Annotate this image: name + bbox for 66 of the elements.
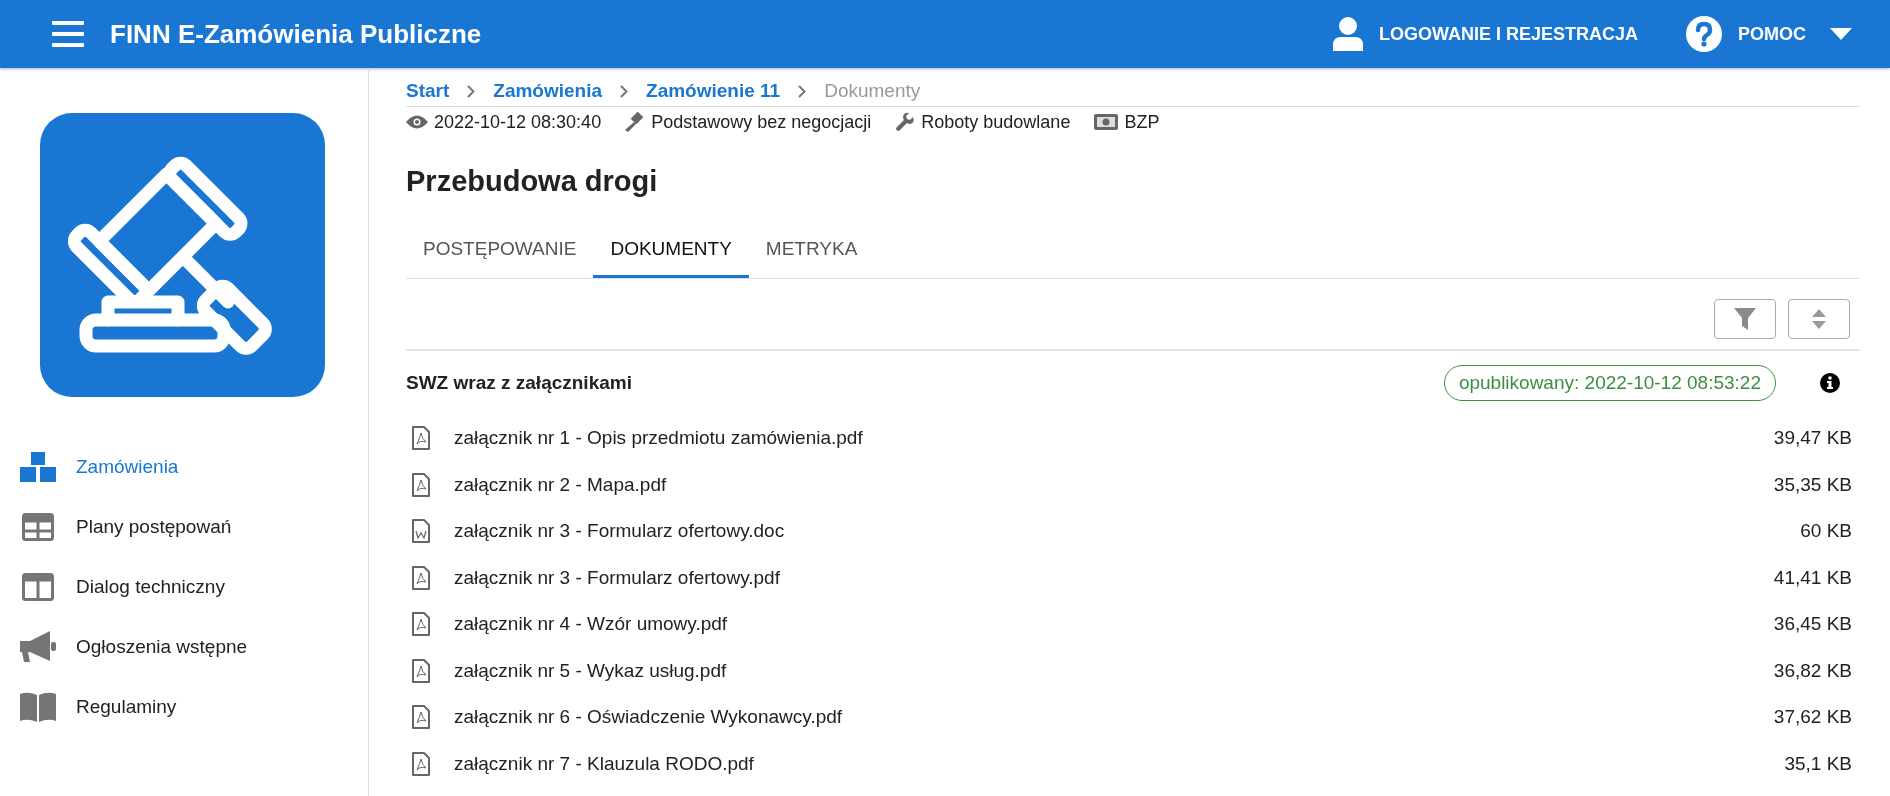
boxes-icon bbox=[20, 452, 56, 482]
pdf-file-icon bbox=[412, 658, 430, 683]
menu-icon[interactable] bbox=[52, 21, 84, 47]
caret-icon bbox=[1830, 28, 1852, 40]
page-title: Przebudowa drogi bbox=[406, 165, 659, 198]
sidebar-item[interactable]: Zamówienia bbox=[20, 437, 187, 497]
pdf-file-icon bbox=[412, 426, 430, 451]
file-link[interactable]: załącznik nr 3 - Formularz ofertowy.pdf bbox=[454, 566, 1774, 589]
gavel-icon bbox=[625, 112, 646, 132]
sidebar-item[interactable]: Regulaminy bbox=[20, 677, 185, 737]
filter-icon bbox=[1734, 308, 1756, 330]
pdf-file-icon bbox=[412, 472, 430, 497]
word-file-icon bbox=[412, 519, 430, 544]
book-icon bbox=[20, 692, 56, 722]
meta-text: Roboty budowlane bbox=[921, 111, 1071, 133]
app-title: FINN E-Zamówienia Publiczne bbox=[110, 18, 482, 50]
breadcrumb-link[interactable]: Start bbox=[406, 80, 450, 102]
pdf-file-icon bbox=[412, 705, 430, 730]
wrench-icon bbox=[895, 112, 916, 132]
breadcrumb-current: Dokumenty bbox=[824, 80, 921, 102]
breadcrumb-link[interactable]: Zamówienia bbox=[493, 80, 603, 102]
file-link[interactable]: załącznik nr 7 - Klauzula RODO.pdf bbox=[454, 752, 1785, 775]
info-icon[interactable] bbox=[1820, 373, 1840, 393]
meta-text: Podstawowy bez negocjacji bbox=[651, 111, 872, 133]
sort-icon bbox=[1812, 309, 1826, 329]
tab[interactable]: DOKUMENTY bbox=[593, 224, 749, 278]
megaphone-icon bbox=[20, 631, 56, 663]
file-size: 35,35 KB bbox=[1773, 473, 1853, 496]
section-title: SWZ wraz z załącznikami bbox=[406, 372, 633, 394]
chevron-icon bbox=[467, 84, 476, 98]
file-link[interactable]: załącznik nr 6 - Oświadczenie Wykonawcy.pdf bbox=[454, 706, 1774, 729]
breadcrumb-link[interactable]: Zamówienie 11 bbox=[646, 80, 781, 102]
meta-text: 2022-10-12 08:30:40 bbox=[434, 111, 602, 133]
file-size: 39,47 KB bbox=[1773, 427, 1853, 450]
file-link[interactable]: załącznik nr 4 - Wzór umowy.pdf bbox=[454, 613, 1774, 636]
user-icon bbox=[1332, 17, 1363, 51]
file-size: 36,45 KB bbox=[1773, 613, 1853, 636]
file-size: 36,82 KB bbox=[1773, 659, 1853, 682]
chevron-icon bbox=[798, 84, 807, 98]
file-size: 41,41 KB bbox=[1773, 566, 1853, 589]
columns-icon bbox=[22, 573, 54, 601]
tab[interactable]: POSTĘPOWANIE bbox=[406, 224, 594, 278]
eye-icon bbox=[406, 115, 428, 129]
meta-text: BZP bbox=[1124, 111, 1160, 133]
sidebar-item[interactable]: Dialog techniczny bbox=[20, 557, 233, 617]
pdf-file-icon bbox=[412, 612, 430, 637]
sidebar-item[interactable]: Ogłoszenia wstępne bbox=[20, 617, 256, 677]
login-button[interactable]: LOGOWANIE I REJESTRACJA bbox=[1332, 17, 1638, 51]
file-link[interactable]: załącznik nr 3 - Formularz ofertowy.doc bbox=[454, 520, 1801, 543]
pdf-file-icon bbox=[412, 751, 430, 776]
filter-button[interactable] bbox=[1714, 299, 1776, 339]
tab[interactable]: METRYKA bbox=[748, 224, 875, 278]
file-link[interactable]: załącznik nr 5 - Wykaz usług.pdf bbox=[454, 659, 1774, 682]
chevron-icon bbox=[620, 84, 629, 98]
file-link[interactable]: załącznik nr 2 - Mapa.pdf bbox=[454, 473, 1774, 496]
help-icon bbox=[1686, 16, 1722, 52]
file-size: 37,62 KB bbox=[1773, 706, 1853, 729]
grid-icon bbox=[22, 513, 54, 541]
file-size: 35,1 KB bbox=[1784, 752, 1853, 775]
help-button[interactable]: POMOC bbox=[1686, 16, 1852, 52]
sort-button[interactable] bbox=[1788, 299, 1850, 339]
banknote-icon bbox=[1094, 114, 1119, 130]
sidebar-item[interactable]: Plany postępowań bbox=[20, 497, 240, 557]
file-link[interactable]: załącznik nr 1 - Opis przedmiotu zamówienia.pdf bbox=[454, 427, 1774, 450]
pdf-file-icon bbox=[412, 565, 430, 590]
file-size: 60 KB bbox=[1800, 520, 1853, 543]
